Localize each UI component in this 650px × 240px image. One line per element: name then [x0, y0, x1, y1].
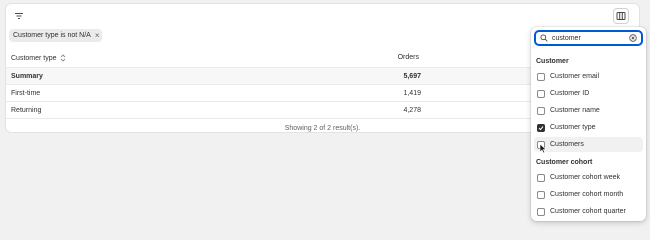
checkbox-checked[interactable]	[537, 123, 545, 132]
search-value: customer	[552, 34, 581, 42]
option-customers[interactable]: Customers	[534, 137, 643, 152]
row-label: Summary	[11, 73, 43, 80]
check-icon	[538, 125, 544, 130]
column-header-orders[interactable]: Orders	[398, 54, 419, 61]
checkbox[interactable]	[537, 89, 545, 98]
table-toolbar	[6, 4, 639, 26]
option-customer-cohort-week[interactable]: Customer cohort week	[534, 170, 643, 185]
option-customer-email[interactable]: Customer email	[534, 69, 643, 84]
columns-button[interactable]	[613, 8, 629, 24]
clear-icon[interactable]	[629, 34, 637, 42]
filter-chip[interactable]: Customer type is not N/A ×	[9, 29, 103, 42]
row-value: 4,278	[403, 107, 421, 114]
sort-icon[interactable]	[60, 54, 66, 62]
columns-icon	[616, 12, 626, 20]
option-customer-cohort-month[interactable]: Customer cohort month	[534, 187, 643, 202]
column-header-label: Customer type	[11, 54, 57, 62]
filter-button[interactable]	[11, 8, 27, 24]
remove-filter-icon[interactable]: ×	[95, 31, 100, 40]
column-search-input[interactable]: customer	[534, 30, 643, 46]
checkbox[interactable]	[537, 190, 545, 199]
option-customer-type[interactable]: Customer type	[534, 120, 643, 135]
mouse-pointer-icon	[539, 143, 547, 154]
option-label: Customer ID	[550, 90, 590, 97]
option-label: Customer cohort week	[550, 174, 621, 181]
option-customer-id[interactable]: Customer ID	[534, 86, 643, 101]
option-label: Customer cohort month	[550, 191, 624, 198]
option-label: Customer name	[550, 107, 600, 114]
option-customer-cohort-quarter[interactable]: Customer cohort quarter	[534, 204, 643, 219]
section-title-customer-cohort: Customer cohort	[536, 159, 593, 166]
section-title-customer: Customer	[536, 58, 569, 65]
row-value: 5,697	[403, 73, 421, 80]
column-header-customer-type[interactable]: Customer type	[11, 54, 66, 62]
checkbox[interactable]	[537, 106, 545, 115]
option-label: Customers	[550, 141, 584, 148]
option-customer-name[interactable]: Customer name	[534, 103, 643, 118]
row-value: 1,419	[403, 90, 421, 97]
option-label: Customer email	[550, 73, 600, 80]
filter-chip-label: Customer type is not N/A	[13, 32, 91, 39]
search-icon	[540, 34, 548, 42]
checkbox[interactable]	[537, 173, 545, 182]
option-label: Customer cohort quarter	[550, 208, 626, 215]
row-label: First-time	[11, 90, 41, 97]
checkbox[interactable]	[537, 207, 545, 216]
checkbox[interactable]	[537, 72, 545, 81]
column-picker-popover: customer Customer Customer email Custome…	[531, 27, 646, 221]
filter-icon	[15, 13, 23, 19]
option-label: Customer type	[550, 124, 596, 131]
row-label: Returning	[11, 107, 42, 114]
